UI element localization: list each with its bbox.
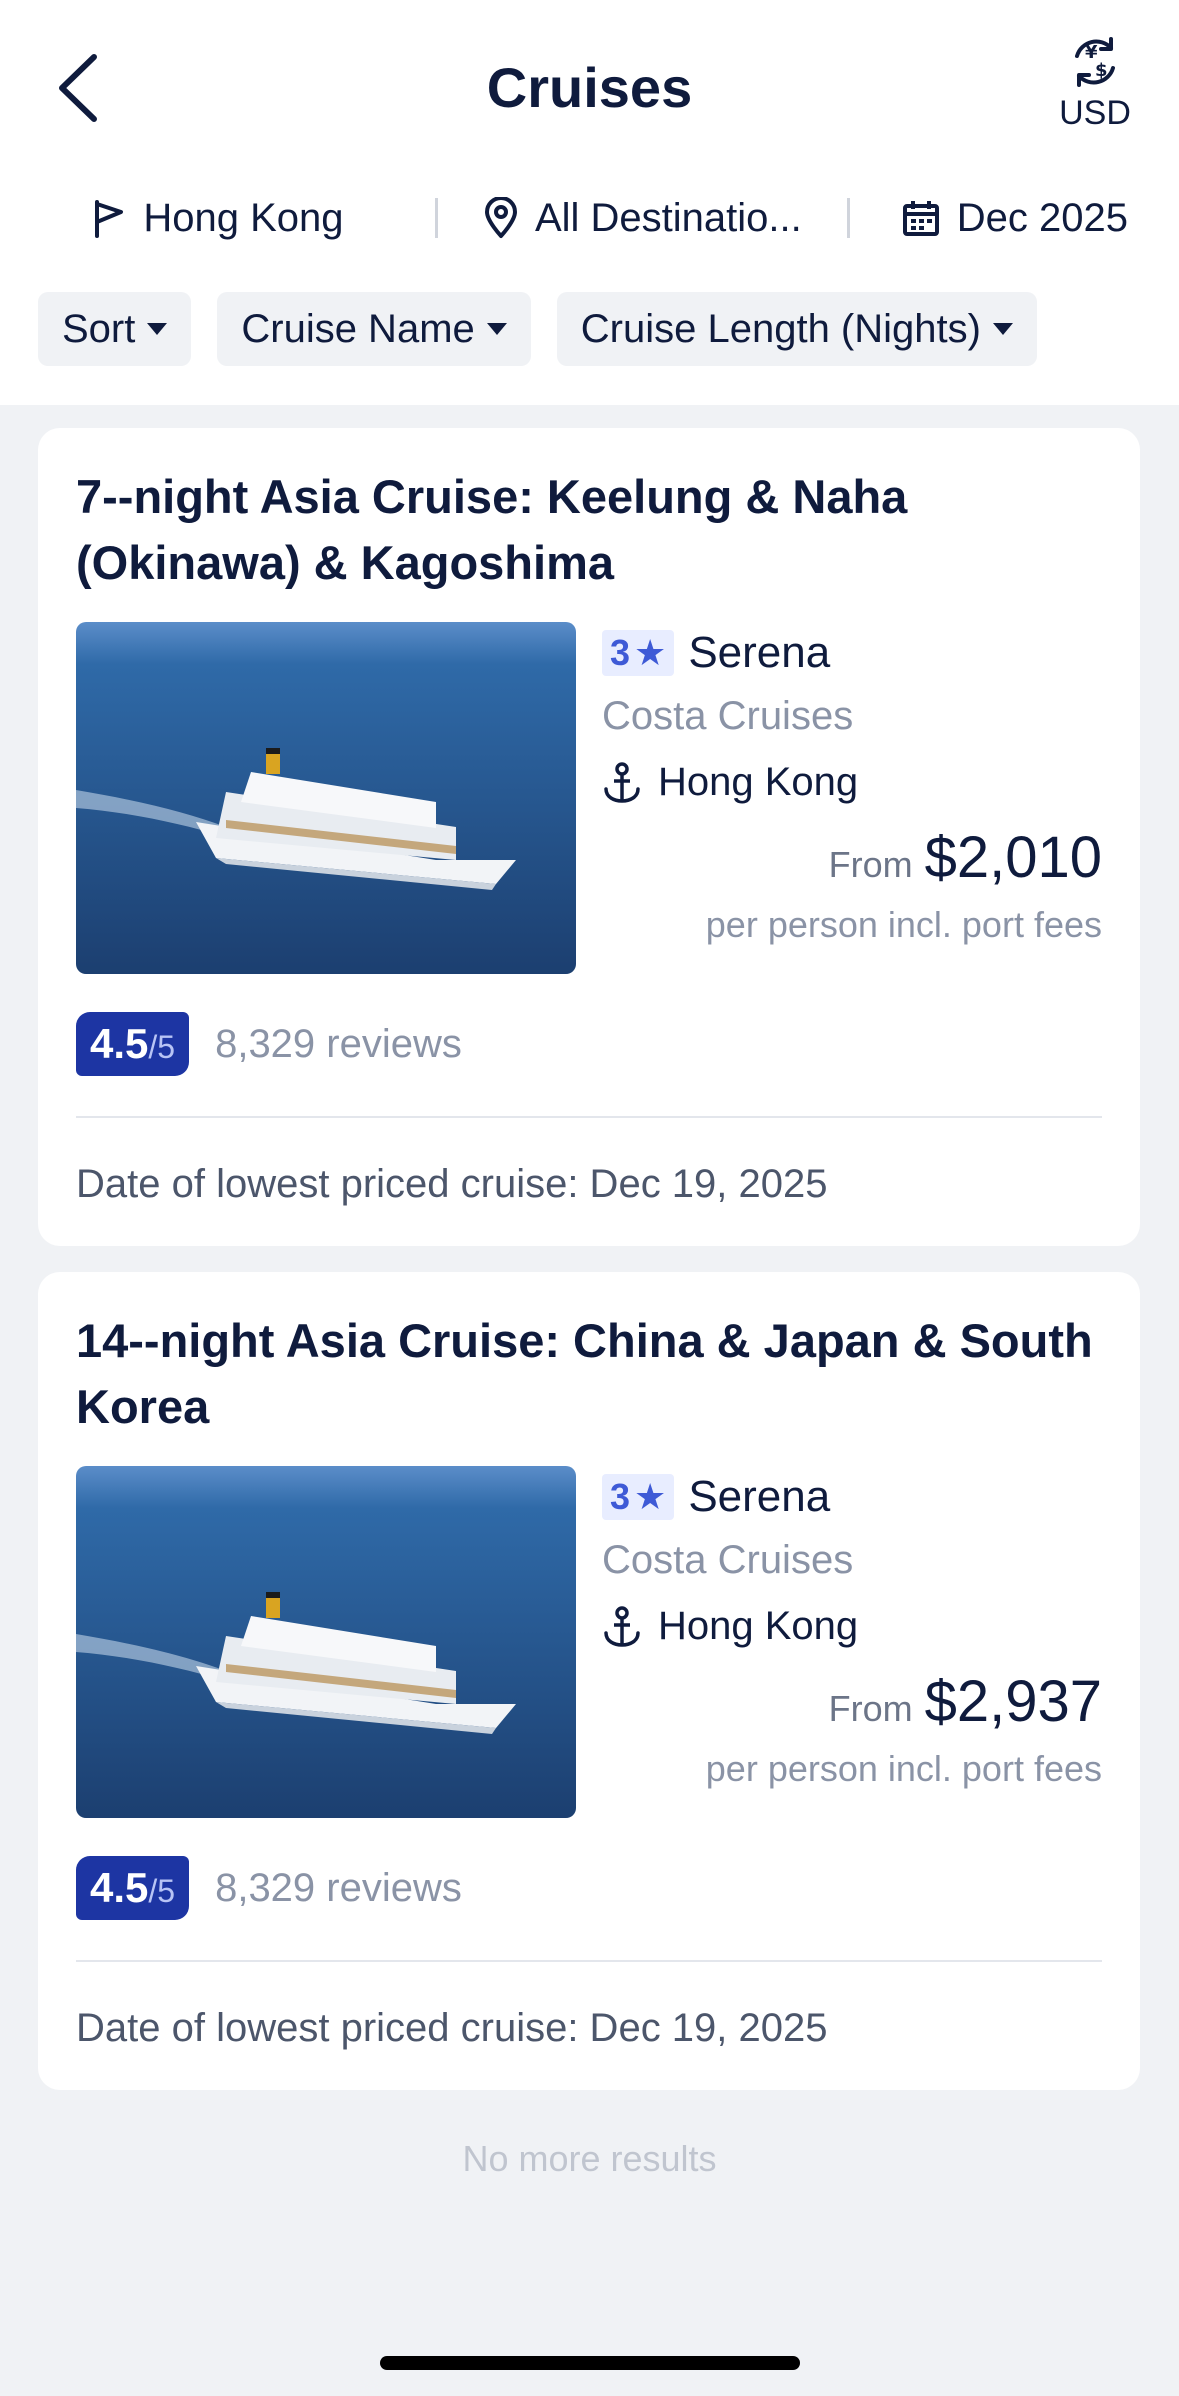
cruise-line: Costa Cruises xyxy=(602,1538,854,1582)
anchor-icon xyxy=(604,761,640,803)
review-count: 8,329 reviews xyxy=(215,1865,462,1910)
page-title: Cruises xyxy=(486,56,693,119)
cruise-name-chip[interactable]: Cruise Name xyxy=(217,292,531,366)
departure-port: Hong Kong xyxy=(602,760,858,805)
price-row: From $2,010 xyxy=(829,824,1102,891)
card-divider xyxy=(76,1116,1102,1118)
flag-icon xyxy=(95,200,124,238)
port-name: Hong Kong xyxy=(658,760,859,804)
chip-label: Sort xyxy=(62,306,136,351)
ship-name: Serena xyxy=(688,628,831,677)
rating-max: /5 xyxy=(148,1029,176,1065)
chip-label: Cruise Length (Nights) xyxy=(580,306,981,351)
currency-exchange-icon: ¥ $ xyxy=(1075,37,1115,87)
price: $2,010 xyxy=(924,825,1102,890)
ship-image xyxy=(76,622,576,974)
rating-score: 4.5 xyxy=(90,1864,149,1911)
star-icon: ★ xyxy=(634,1476,667,1517)
review-count: 8,329 reviews xyxy=(215,1021,462,1066)
ship-name-row: 3 ★ Serena xyxy=(602,1472,830,1522)
date-label: Dec 2025 xyxy=(956,195,1129,240)
sort-chip[interactable]: Sort xyxy=(38,292,192,366)
rating-badge: 4.5 /5 xyxy=(76,1856,190,1920)
ship-name: Serena xyxy=(688,1472,831,1521)
star-count: 3 xyxy=(610,632,631,673)
price-row: From $2,937 xyxy=(829,1668,1102,1735)
destination-filter[interactable]: All Destinatio... xyxy=(438,180,847,256)
departure-label: Hong Kong xyxy=(143,195,344,240)
ship-name-row: 3 ★ Serena xyxy=(602,628,830,678)
chip-label: Cruise Name xyxy=(241,306,475,351)
caret-down-icon xyxy=(147,323,168,335)
sort-filter-chips: Sort Cruise Name Cruise Length (Nights) xyxy=(38,292,1037,366)
rating-score: 4.5 xyxy=(90,1020,149,1067)
no-more-results: No more results xyxy=(462,2138,717,2179)
price-note: per person incl. port fees xyxy=(705,1748,1102,1789)
svg-text:$: $ xyxy=(1095,60,1108,81)
cruise-length-chip[interactable]: Cruise Length (Nights) xyxy=(556,292,1037,366)
cruise-title: 14--night Asia Cruise: China & Japan & S… xyxy=(76,1314,1093,1433)
rating-row: 4.5 /5 8,329 reviews xyxy=(76,1012,462,1076)
search-filter-bar: Hong Kong All Destinatio... Dec 2025 xyxy=(0,180,1179,256)
caret-down-icon xyxy=(992,323,1013,335)
calendar-icon xyxy=(902,201,939,236)
currency-label: USD xyxy=(1059,94,1131,132)
departure-filter[interactable]: Hong Kong xyxy=(0,180,435,256)
star-rating-badge: 3 ★ xyxy=(602,630,675,676)
date-filter[interactable]: Dec 2025 xyxy=(850,180,1179,256)
home-indicator[interactable] xyxy=(380,2356,800,2370)
cruise-line: Costa Cruises xyxy=(602,694,854,738)
rating-row: 4.5 /5 8,329 reviews xyxy=(76,1856,462,1920)
lowest-price-date: Date of lowest priced cruise: Dec 19, 20… xyxy=(76,1162,828,1206)
caret-down-icon xyxy=(486,323,507,335)
header: Cruises ¥ $ USD Hong Kong All Destinatio xyxy=(0,0,1179,405)
ship-image xyxy=(76,1466,576,1818)
rating-badge: 4.5 /5 xyxy=(76,1012,190,1076)
star-rating-badge: 3 ★ xyxy=(602,1474,675,1520)
from-label: From xyxy=(828,844,913,885)
cruise-card[interactable]: 7--night Asia Cruise: Keelung & Naha (Ok… xyxy=(38,428,1140,1246)
anchor-icon xyxy=(604,1605,640,1647)
star-icon: ★ xyxy=(634,632,667,673)
location-pin-icon xyxy=(484,197,517,238)
star-count: 3 xyxy=(610,1476,631,1517)
destination-label: All Destinatio... xyxy=(534,195,802,240)
price: $2,937 xyxy=(924,1669,1102,1734)
card-divider xyxy=(76,1960,1102,1962)
from-label: From xyxy=(828,1688,913,1729)
cruise-title: 7--night Asia Cruise: Keelung & Naha (Ok… xyxy=(76,470,908,589)
currency-switcher[interactable]: ¥ $ USD xyxy=(1050,34,1140,138)
rating-max: /5 xyxy=(148,1873,176,1909)
lowest-price-date: Date of lowest priced cruise: Dec 19, 20… xyxy=(76,2006,828,2050)
cruise-card[interactable]: 14--night Asia Cruise: China & Japan & S… xyxy=(38,1272,1140,2090)
port-name: Hong Kong xyxy=(658,1604,859,1648)
departure-port: Hong Kong xyxy=(602,1604,858,1649)
price-note: per person incl. port fees xyxy=(705,904,1102,945)
